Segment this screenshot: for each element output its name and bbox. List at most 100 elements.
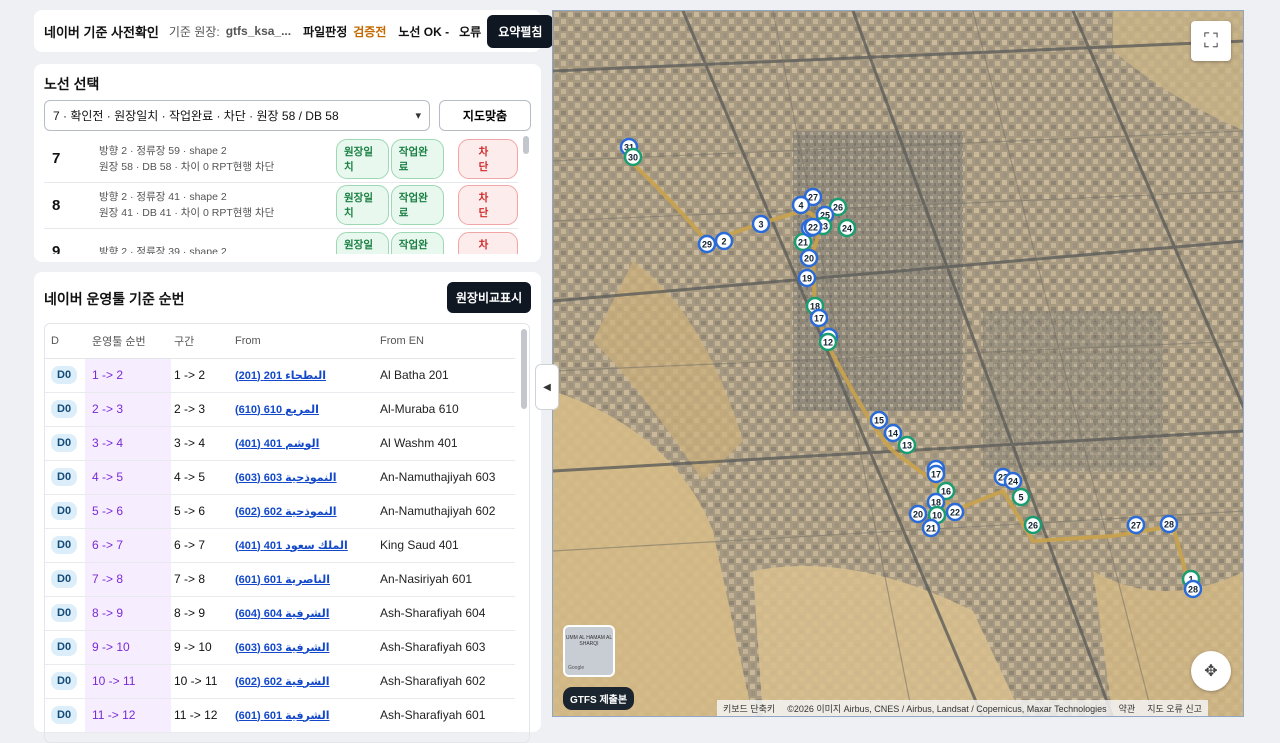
stop-marker-label: 22 [808,223,818,233]
stop-marker-label: 21 [798,238,808,248]
direction-badge: D0 [51,672,78,690]
table-row[interactable]: D0 2 -> 32 -> 3 المربع 610 (610) Al-Muraba … [45,392,515,427]
map-type-toggle[interactable]: UMM AL HAMAM AL SHARQI Google [563,625,615,677]
from-stop-link[interactable]: الشرفية 604 (604) [235,596,380,631]
table-row[interactable]: D0 4 -> 54 -> 5 النموذجية 603 (603) An-Namu… [45,460,515,495]
stop-marker-label: 20 [804,254,814,264]
stop-marker[interactable]: 15 [869,410,889,430]
segment: 1 -> 2 [171,358,235,393]
work-done-badge: 작업완료 [390,138,444,179]
map-view[interactable]: 3130274262532329221622242019181716121514… [552,10,1244,717]
collapse-panel-button[interactable]: ◀ [535,364,559,410]
route-meta: 방향 2 · 정류장 39 · shape 2 [99,245,227,254]
table-row[interactable]: D0 9 -> 10 9 -> 10 الشرفية 603 (603) Ash-Sha… [45,630,515,665]
terms-link[interactable]: 약관 [1119,702,1136,715]
tool-sequence: 1 -> 2 [85,358,171,393]
ledger-compare-button[interactable]: 원장비교표시 [447,282,531,313]
table-row[interactable]: D0 11 -> 12 11 -> 12 الشرفية 601 (601) Ash-S… [45,698,515,733]
from-stop-en: Ash-Sharafiyah 601 [380,698,515,733]
camera-control-button[interactable]: ✥ [1191,651,1231,691]
route-dropdown[interactable]: 7 · 확인전 · 원장일치 · 작업완료 · 차단 · 원장 58 / DB … [44,100,430,131]
keyboard-shortcuts-link[interactable]: 키보드 단축키 [723,702,775,715]
col-segment[interactable]: 구간 [171,324,235,359]
stop-marker[interactable]: 30 [623,147,643,167]
stop-marker[interactable]: 20 [908,504,928,524]
table-row[interactable]: D0 8 -> 98 -> 9 الشرفية 604 (604) Ash-Shara… [45,596,515,631]
route-item[interactable]: 7 방향 2 · 정류장 59 · shape 2 원장 58 · DB 58 … [44,136,518,183]
table-row[interactable]: D0 5 -> 65 -> 6 النموذجية 602 (602) An-Namu… [45,494,515,529]
stop-marker[interactable]: 17 [926,464,946,484]
table-row[interactable]: D0 7 -> 87 -> 8 الناصرية 601 (601) An-Nasir… [45,562,515,597]
segment: 3 -> 4 [171,426,235,461]
fullscreen-button[interactable]: ⛶ [1191,21,1231,61]
gtfs-badge: GTFS 제출본 [563,687,635,710]
table-row[interactable]: D0 6 -> 76 -> 7 الملك سعود 401 (401) King S… [45,528,515,563]
table-row[interactable]: D0 3 -> 43 -> 4 الوشم 401 (401) Al Washm 40… [45,426,515,461]
from-stop-link[interactable]: الشرفية 601 (601) [235,698,380,733]
stop-marker[interactable]: 17 [809,308,829,328]
stop-marker[interactable]: 5 [1011,487,1031,507]
precheck-title: 네이버 기준 사전확인 [44,24,159,40]
stop-marker[interactable]: 19 [797,268,817,288]
blocked-badge: 차단 [457,185,518,226]
route-number: 9 [52,243,61,254]
from-stop-link[interactable]: البطحاء 201 (201) [235,358,380,393]
from-stop-link[interactable]: الوشم 401 (401) [235,426,380,461]
summary-expand-button[interactable]: 요약펼침 [487,14,554,48]
stop-marker[interactable]: 28 [1159,514,1179,534]
stop-marker[interactable]: 26 [1023,515,1043,535]
segment: 11 -> 12 [171,698,235,733]
stop-marker[interactable]: 24 [837,218,857,238]
stop-marker[interactable]: 29 [697,234,717,254]
stop-marker[interactable]: 22 [945,502,965,522]
stop-marker-label: 22 [950,508,960,518]
stop-marker-label: 13 [902,441,912,451]
stop-markers: 3130274262532329221622242019181716121514… [619,137,1203,599]
stop-marker[interactable]: 2 [714,231,734,251]
stop-marker-label: 10 [932,511,942,521]
route-item[interactable]: 9 방향 2 · 정류장 39 · shape 2 원장일치 작업완료 차단 [44,229,518,254]
col-d[interactable]: D [45,324,85,359]
stop-marker[interactable]: 14 [883,423,903,443]
from-stop-link[interactable]: الملك سعود 401 (401) [235,528,380,563]
report-map-error-link[interactable]: 지도 오류 신고 [1147,702,1202,715]
table-scrollbar[interactable] [521,329,527,409]
col-seq[interactable]: 운영툴 순번 [85,324,171,359]
stop-marker[interactable]: 22 [803,217,823,237]
col-from-en[interactable]: From EN [380,324,515,359]
file-label: 파일판정 [303,24,348,39]
col-from[interactable]: From [235,324,380,359]
from-stop-link[interactable]: النموذجية 602 (602) [235,494,380,529]
direction-badge: D0 [51,468,78,486]
from-stop-en: Ash-Sharafiyah 602 [380,664,515,699]
stop-marker-label: 14 [888,429,898,439]
stop-marker[interactable]: 3 [751,214,771,234]
sequence-title: 네이버 운영툴 기준 순번 [44,291,185,307]
error-label: 오류 [459,24,482,39]
from-stop-link[interactable]: المربع 610 (610) [235,392,380,427]
from-stop-link[interactable]: الشرفية 603 (603) [235,630,380,665]
stop-marker-label: 29 [702,240,712,250]
stop-marker[interactable]: 12 [818,332,838,352]
stop-marker[interactable]: 13 [897,435,917,455]
stop-marker[interactable]: 4 [791,195,811,215]
stop-marker-label: 26 [833,203,843,213]
segment: 5 -> 6 [171,494,235,529]
table-row[interactable]: D0 10 -> 11 10 -> 11 الشرفية 602 (602) Ash-S… [45,664,515,699]
stop-marker[interactable]: 27 [1126,515,1146,535]
from-stop-link[interactable]: الشرفية 602 (602) [235,664,380,699]
stop-marker-label: 24 [1008,477,1018,487]
route-item[interactable]: 8 방향 2 · 정류장 41 · shape 2 원장 41 · DB 41 … [44,183,518,229]
stop-marker[interactable]: 20 [799,248,819,268]
table-row[interactable]: D0 1 -> 21 -> 2 البطحاء 201 (201) Al Batha … [45,358,515,393]
stop-marker[interactable]: 28 [1183,579,1203,599]
left-panel: 네이버 기준 사전확인 기준 원장: gtfs_ksa_... 파일판정 검증전… [34,0,554,743]
stop-marker[interactable]: 24 [1003,471,1023,491]
direction-badge: D0 [51,536,78,554]
route-select-title: 노선 선택 [44,76,100,92]
stop-marker[interactable]: 21 [921,518,941,538]
route-list-scrollbar[interactable] [523,136,529,154]
from-stop-link[interactable]: الناصرية 601 (601) [235,562,380,597]
fit-map-button[interactable]: 지도맞춤 [439,100,531,131]
from-stop-link[interactable]: النموذجية 603 (603) [235,460,380,495]
